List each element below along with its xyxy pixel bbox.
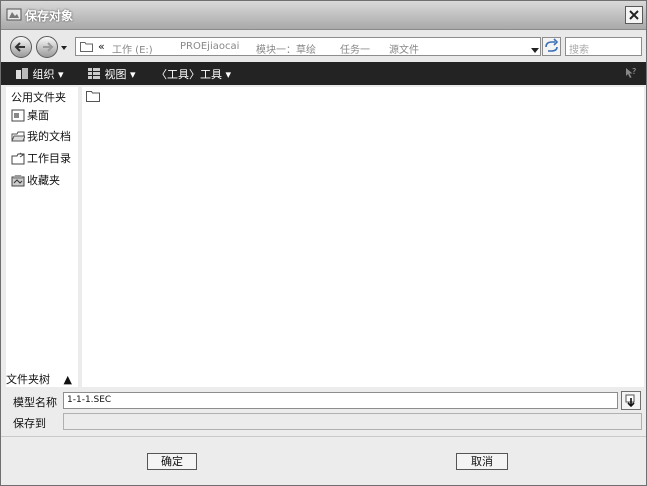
back-button[interactable] bbox=[10, 36, 32, 58]
working-directory-icon bbox=[11, 152, 25, 165]
nav-item-label: 桌面 bbox=[27, 109, 49, 122]
close-button[interactable] bbox=[625, 6, 643, 24]
app-icon bbox=[6, 7, 22, 22]
save-to-label: 保存到 bbox=[13, 417, 46, 430]
cancel-button[interactable]: 取消 bbox=[456, 453, 508, 470]
desktop-icon bbox=[11, 109, 25, 122]
svg-text:?: ? bbox=[632, 67, 636, 76]
refresh-button[interactable] bbox=[542, 37, 561, 56]
help-button[interactable]: ? bbox=[624, 66, 638, 83]
help-icon: ? bbox=[626, 67, 636, 78]
organize-menu[interactable]: 组织 ▾ bbox=[15, 66, 64, 82]
nav-item-label: 我的文档 bbox=[27, 130, 71, 143]
recent-locations-dropdown[interactable] bbox=[60, 42, 68, 50]
tools-menu[interactable]: 〈工具〉工具 ▾ bbox=[156, 66, 231, 82]
model-name-label: 模型名称 bbox=[13, 396, 57, 409]
folder-icon[interactable] bbox=[86, 90, 100, 105]
public-folders-header: 公用文件夹 bbox=[11, 91, 66, 104]
divider bbox=[1, 436, 646, 437]
command-toolbar: 组织 ▾ 视图 ▾ 〈工具〉工具 ▾ ? bbox=[1, 62, 646, 85]
breadcrumb-proejiaocai[interactable]: PROEjiaocai bbox=[180, 41, 239, 52]
refresh-icon bbox=[545, 38, 559, 52]
folder-tree-label: 文件夹树 bbox=[6, 373, 50, 386]
caret-down-icon bbox=[61, 46, 67, 50]
navigation-pane: 公用文件夹 桌面 我的文档 工作目录 收藏夹 bbox=[6, 87, 78, 387]
nav-item-favorites[interactable]: 收藏夹 bbox=[11, 172, 60, 188]
breadcrumb-drive[interactable]: 工作 (E:) bbox=[112, 41, 153, 56]
view-label: 视图 bbox=[104, 68, 127, 81]
model-name-input[interactable]: 1-1-1.SEC bbox=[63, 392, 618, 409]
nav-item-desktop[interactable]: 桌面 bbox=[11, 107, 49, 123]
folder-icon bbox=[80, 41, 93, 55]
view-icon bbox=[88, 68, 100, 79]
close-icon bbox=[629, 10, 639, 20]
browse-model-button[interactable] bbox=[621, 391, 641, 410]
forward-button[interactable] bbox=[36, 36, 58, 58]
title-bar[interactable]: 保存对象 bbox=[1, 1, 646, 30]
nav-item-label: 工作目录 bbox=[27, 152, 71, 165]
ok-button[interactable]: 确定 bbox=[147, 453, 197, 470]
window-title: 保存对象 bbox=[25, 9, 74, 23]
file-list-pane[interactable] bbox=[82, 87, 644, 387]
save-to-field bbox=[63, 413, 642, 430]
folder-tree-toggle[interactable]: 文件夹树 ▲ bbox=[6, 371, 72, 387]
documents-icon bbox=[11, 131, 26, 142]
arrow-right-icon bbox=[43, 42, 54, 52]
organize-label: 组织 bbox=[32, 68, 55, 81]
address-bar-row: « 工作 (E:) PROEjiaocai 模块一：草绘 任务一 源文件 搜索 bbox=[1, 30, 646, 62]
favorites-icon bbox=[11, 175, 25, 187]
nav-item-my-documents[interactable]: 我的文档 bbox=[11, 128, 71, 144]
breadcrumb-module[interactable]: 模块一：草绘 bbox=[256, 41, 316, 56]
address-field[interactable]: « 工作 (E:) PROEjiaocai 模块一：草绘 任务一 源文件 bbox=[75, 37, 541, 56]
breadcrumb-overflow-icon[interactable]: « bbox=[98, 40, 105, 53]
pointer-down-icon bbox=[625, 394, 635, 408]
search-input[interactable]: 搜索 bbox=[565, 37, 642, 56]
address-dropdown-icon[interactable] bbox=[531, 44, 539, 57]
arrow-left-icon bbox=[14, 42, 25, 52]
organize-icon bbox=[16, 68, 28, 79]
view-menu[interactable]: 视图 ▾ bbox=[87, 66, 136, 82]
nav-item-working-directory[interactable]: 工作目录 bbox=[11, 150, 71, 166]
nav-item-label: 收藏夹 bbox=[27, 174, 60, 187]
caret-up-icon: ▲ bbox=[63, 373, 72, 386]
breadcrumb-source-files[interactable]: 源文件 bbox=[389, 41, 419, 56]
save-object-dialog: 保存对象 « 工作 (E:) PROEjiaocai 模块一：草绘 任务一 源文… bbox=[0, 0, 647, 486]
tools-label: 〈工具〉工具 bbox=[156, 68, 222, 81]
breadcrumb-task[interactable]: 任务一 bbox=[340, 41, 370, 56]
